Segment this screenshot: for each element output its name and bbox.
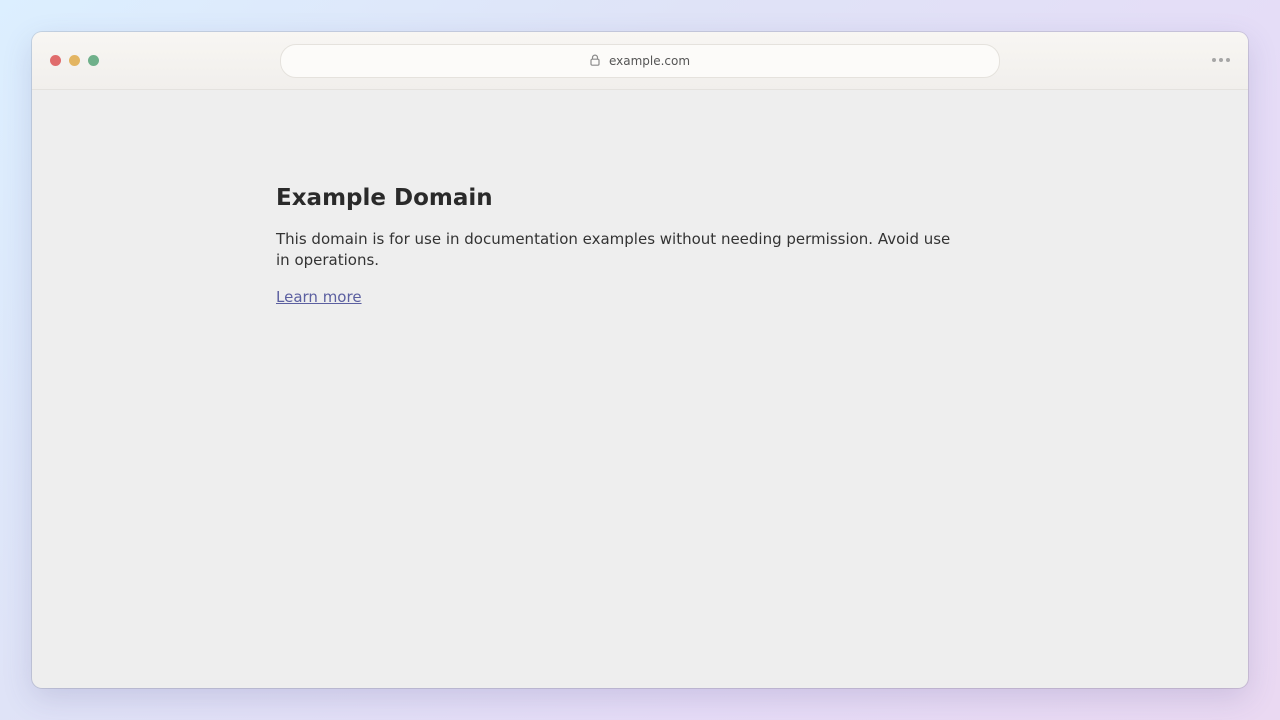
maximize-window-button[interactable] [88, 55, 99, 66]
page-content: Example Domain This domain is for use in… [276, 182, 956, 308]
minimize-window-button[interactable] [69, 55, 80, 66]
browser-toolbar: example.com [32, 32, 1248, 90]
browser-window: example.com Example Domain This domain i… [32, 32, 1248, 688]
page-description: This domain is for use in documentation … [276, 230, 951, 269]
url-text: example.com [608, 54, 691, 68]
lock-icon [590, 51, 600, 70]
learn-more-link[interactable]: Learn more [276, 287, 362, 308]
address-bar[interactable]: example.com [280, 44, 1000, 78]
close-window-button[interactable] [50, 55, 61, 66]
page-title: Example Domain [276, 185, 493, 211]
window-controls [50, 55, 107, 66]
more-horizontal-icon[interactable] [1209, 58, 1230, 62]
